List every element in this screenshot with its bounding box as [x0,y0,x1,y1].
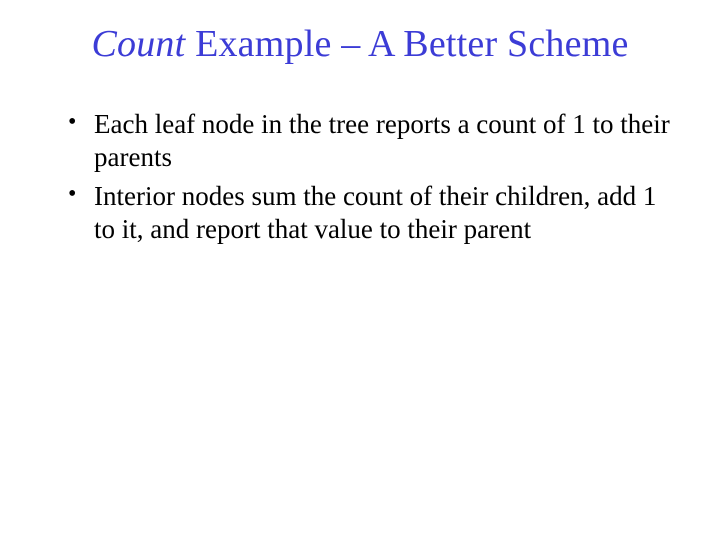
list-item: Interior nodes sum the count of their ch… [68,180,680,246]
title-rest: Example – A Better Scheme [185,23,628,65]
bullet-list: Each leaf node in the tree reports a cou… [40,108,680,246]
title-italic-word: Count [91,23,185,65]
slide-title: Count Example – A Better Scheme [40,22,680,66]
list-item: Each leaf node in the tree reports a cou… [68,108,680,174]
slide: Count Example – A Better Scheme Each lea… [0,0,720,540]
